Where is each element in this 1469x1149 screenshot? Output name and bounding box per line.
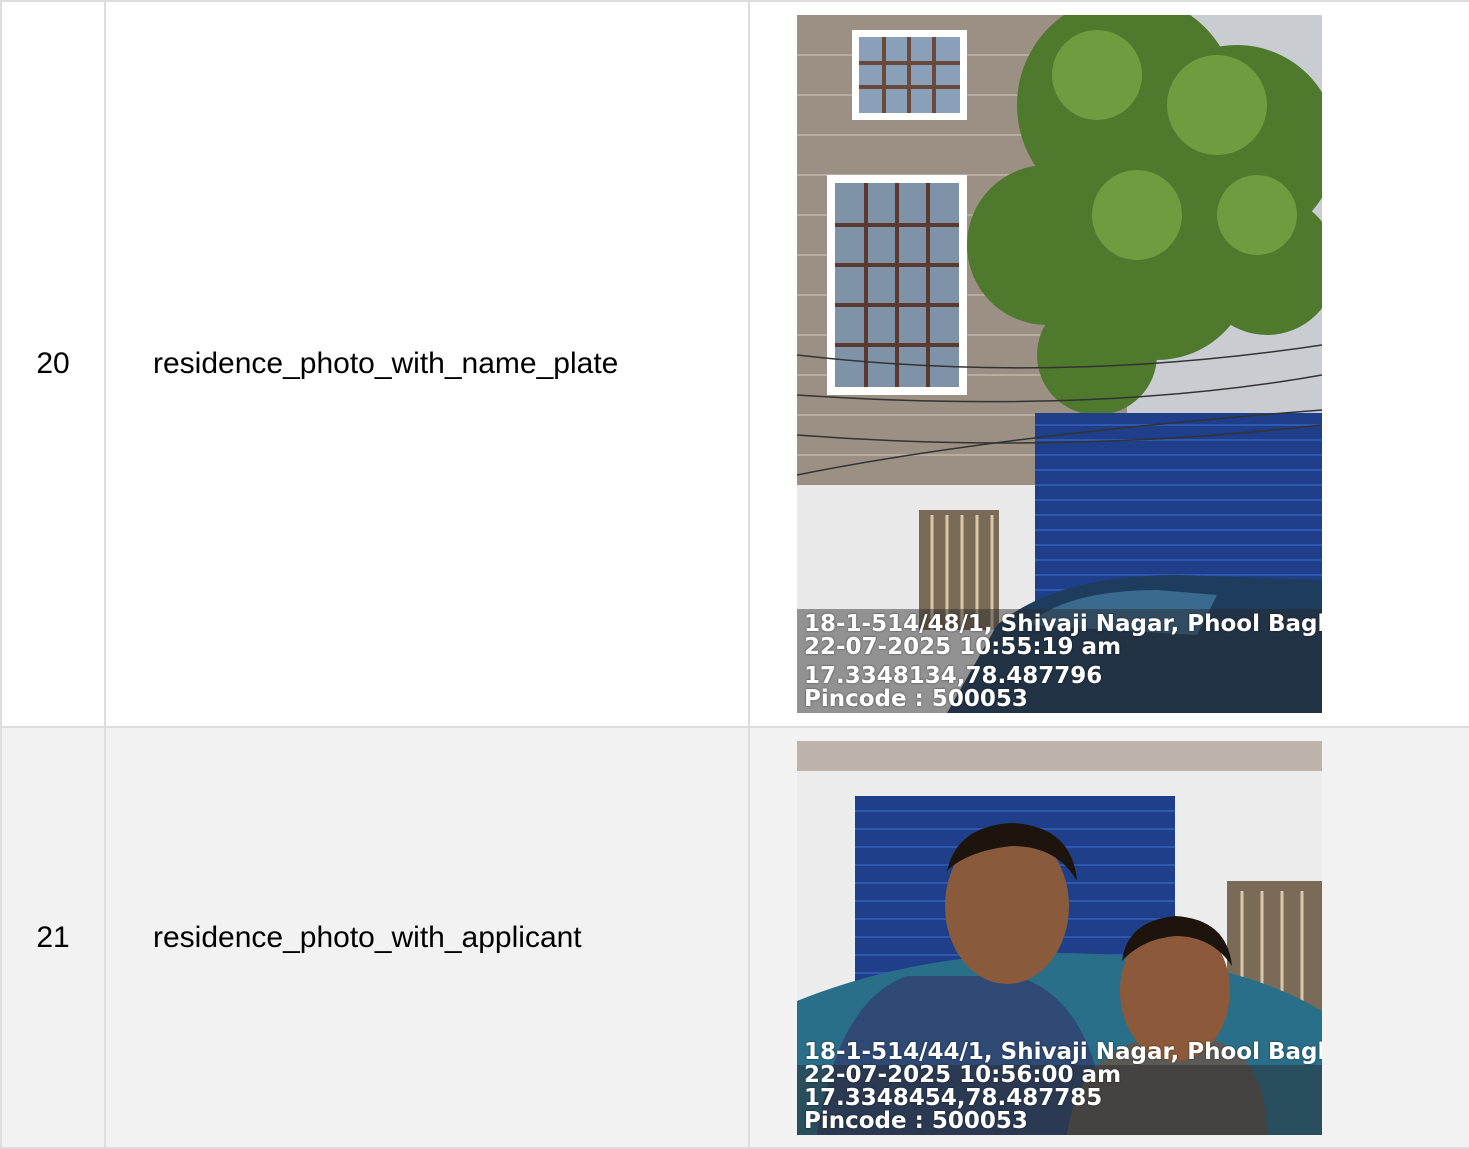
stamp-pincode: Pincode : 500053 bbox=[804, 1107, 1028, 1134]
row-label: residence_photo_with_name_plate bbox=[104, 0, 750, 728]
table-row: 21 residence_photo_with_applicant 18-1-5… bbox=[0, 726, 1469, 1149]
stamp-address: 18-1-514/44/1, Shivaji Nagar, Phool Bagh… bbox=[804, 1038, 1322, 1065]
geo-stamp: 18-1-514/48/1, Shivaji Nagar, Phool Bagh… bbox=[804, 613, 1322, 711]
stamp-coords: 17.3348134,78.487796 bbox=[804, 663, 1103, 689]
geo-stamp: 18-1-514/44/1, Shivaji Nagar, Phool Bagh… bbox=[804, 1038, 1322, 1134]
table-row: 20 residence_photo_with_name_plate 18-1-… bbox=[0, 0, 1469, 728]
stamp-datetime: 22-07-2025 10:56:00 am bbox=[804, 1061, 1122, 1088]
applicant-selfie-photo[interactable]: 18-1-514/44/1, Shivaji Nagar, Phool Bagh… bbox=[797, 740, 1322, 1135]
building-photo[interactable]: 18-1-514/48/1, Shivaji Nagar, Phool Bagh… bbox=[797, 15, 1322, 713]
stamp-coords: 17.3348454,78.487785 bbox=[804, 1084, 1103, 1111]
row-label: residence_photo_with_applicant bbox=[104, 726, 750, 1149]
photo-cell: 18-1-514/48/1, Shivaji Nagar, Phool Bagh… bbox=[748, 0, 1469, 728]
row-number: 20 bbox=[0, 0, 106, 728]
stamp-pincode: Pincode : 500053 bbox=[804, 686, 1028, 712]
stamp-address: 18-1-514/48/1, Shivaji Nagar, Phool Bagh… bbox=[804, 611, 1322, 637]
stamp-datetime: 22-07-2025 10:55:19 am bbox=[804, 634, 1122, 660]
photo-cell: 18-1-514/44/1, Shivaji Nagar, Phool Bagh… bbox=[748, 726, 1469, 1149]
row-number: 21 bbox=[0, 726, 106, 1149]
photo-table: 20 residence_photo_with_name_plate 18-1-… bbox=[0, 0, 1469, 1149]
